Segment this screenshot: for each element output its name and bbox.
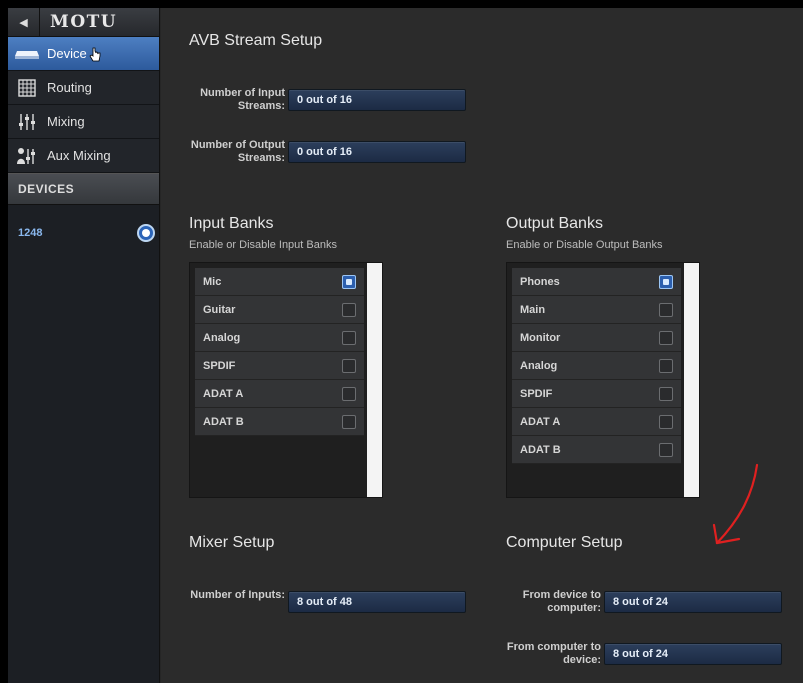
aux-mix-icon xyxy=(14,146,40,166)
input-streams-field[interactable]: 0 out of 16 xyxy=(288,89,466,111)
bank-label: SPDIF xyxy=(203,359,236,372)
bank-row[interactable]: Guitar xyxy=(195,296,364,324)
computer-to-device-label: From computer to device: xyxy=(506,641,601,666)
device-item-1248[interactable]: 1248 xyxy=(8,215,159,251)
output-streams-field[interactable]: 0 out of 16 xyxy=(288,141,466,163)
input-streams-label: Number of Input Streams: xyxy=(200,87,285,112)
bank-label: ADAT B xyxy=(520,443,561,456)
bank-label: ADAT B xyxy=(203,415,244,428)
nav-item-aux-mixing[interactable]: Aux Mixing xyxy=(8,139,159,173)
brand-bar: ◀ MOTU xyxy=(8,8,159,37)
motu-logo: MOTU xyxy=(50,12,118,32)
bank-checkbox[interactable] xyxy=(342,414,356,429)
bank-label: Phones xyxy=(520,275,560,288)
nav-item-routing[interactable]: Routing xyxy=(8,71,159,105)
input-banks-panel: Mic Guitar Analog SPDIF ADAT A ADAT B xyxy=(189,262,383,498)
bank-label: SPDIF xyxy=(520,387,553,400)
device-name: 1248 xyxy=(18,227,43,239)
bank-row[interactable]: Analog xyxy=(195,324,364,352)
faders-icon xyxy=(14,112,40,132)
hand-cursor-icon xyxy=(89,47,101,66)
bank-checkbox[interactable] xyxy=(659,414,673,429)
bank-row[interactable]: ADAT B xyxy=(512,436,681,464)
output-banks-scrollbar[interactable] xyxy=(684,263,699,497)
bank-checkbox[interactable] xyxy=(342,274,356,289)
output-banks-list: Phones Main Monitor Analog SPDIF ADAT A ADAT B xyxy=(512,268,681,464)
bank-checkbox[interactable] xyxy=(342,330,356,345)
bank-row[interactable]: SPDIF xyxy=(512,380,681,408)
bank-row[interactable]: Main xyxy=(512,296,681,324)
radio-dot xyxy=(142,229,150,237)
input-banks-list: Mic Guitar Analog SPDIF ADAT A ADAT B xyxy=(195,268,364,436)
bank-row[interactable]: Phones xyxy=(512,268,681,296)
input-banks-subtitle: Enable or Disable Input Banks xyxy=(189,239,337,251)
bank-checkbox[interactable] xyxy=(659,358,673,373)
nav-label: Mixing xyxy=(47,114,85,129)
nav-label: Aux Mixing xyxy=(47,148,111,163)
bank-label: Mic xyxy=(203,275,222,288)
bank-checkbox[interactable] xyxy=(659,302,673,317)
bank-row[interactable]: Analog xyxy=(512,352,681,380)
annotation-arrow-icon xyxy=(712,463,759,545)
device-icon xyxy=(14,44,40,64)
main-panel: AVB Stream Setup Number of Input Streams… xyxy=(161,8,803,683)
bank-row[interactable]: Mic xyxy=(195,268,364,296)
bank-checkbox[interactable] xyxy=(659,442,673,457)
computer-to-device-field[interactable]: 8 out of 24 xyxy=(604,643,782,665)
back-button[interactable]: ◀ xyxy=(8,8,40,37)
output-streams-label: Number of Output Streams: xyxy=(190,139,285,164)
device-radio[interactable] xyxy=(137,224,155,242)
nav-item-mixing[interactable]: Mixing xyxy=(8,105,159,139)
grid-icon xyxy=(14,78,40,98)
output-banks-subtitle: Enable or Disable Output Banks xyxy=(506,239,663,251)
bank-checkbox[interactable] xyxy=(342,386,356,401)
mixer-title: Mixer Setup xyxy=(189,534,275,551)
bank-row[interactable]: ADAT A xyxy=(195,380,364,408)
input-banks-scrollbar[interactable] xyxy=(367,263,382,497)
bank-label: Guitar xyxy=(203,303,236,316)
computer-title: Computer Setup xyxy=(506,534,623,551)
bank-label: Main xyxy=(520,303,546,316)
bank-label: ADAT A xyxy=(520,415,561,428)
devices-header: DEVICES xyxy=(8,173,159,205)
triangle-left-icon: ◀ xyxy=(19,16,28,29)
bank-checkbox[interactable] xyxy=(342,302,356,317)
output-banks-panel: Phones Main Monitor Analog SPDIF ADAT A ADAT B xyxy=(506,262,700,498)
bank-row[interactable]: Monitor xyxy=(512,324,681,352)
bank-label: ADAT A xyxy=(203,387,244,400)
nav-label: Routing xyxy=(47,80,92,95)
avb-title: AVB Stream Setup xyxy=(189,32,323,49)
bank-row[interactable]: ADAT A xyxy=(512,408,681,436)
mixer-inputs-label: Number of Inputs: xyxy=(190,589,285,601)
bank-checkbox[interactable] xyxy=(659,386,673,401)
device-to-computer-field[interactable]: 8 out of 24 xyxy=(604,591,782,613)
nav-item-device[interactable]: Device xyxy=(8,37,159,71)
bank-checkbox[interactable] xyxy=(659,330,673,345)
bank-label: Monitor xyxy=(520,331,561,344)
bank-row[interactable]: ADAT B xyxy=(195,408,364,436)
mixer-inputs-field[interactable]: 8 out of 48 xyxy=(288,591,466,613)
device-to-computer-label: From device to computer: xyxy=(522,589,601,614)
input-banks-title: Input Banks xyxy=(189,215,274,232)
bank-checkbox[interactable] xyxy=(659,274,673,289)
bank-row[interactable]: SPDIF xyxy=(195,352,364,380)
bank-label: Analog xyxy=(520,359,558,372)
nav-label: Device xyxy=(47,46,87,61)
output-banks-title: Output Banks xyxy=(506,215,603,232)
sidebar: ◀ MOTU Device Routing Mixing Aux Mixing … xyxy=(8,8,160,683)
bank-checkbox[interactable] xyxy=(342,358,356,373)
bank-label: Analog xyxy=(203,331,241,344)
app-window: ◀ MOTU Device Routing Mixing Aux Mixing … xyxy=(8,8,803,683)
